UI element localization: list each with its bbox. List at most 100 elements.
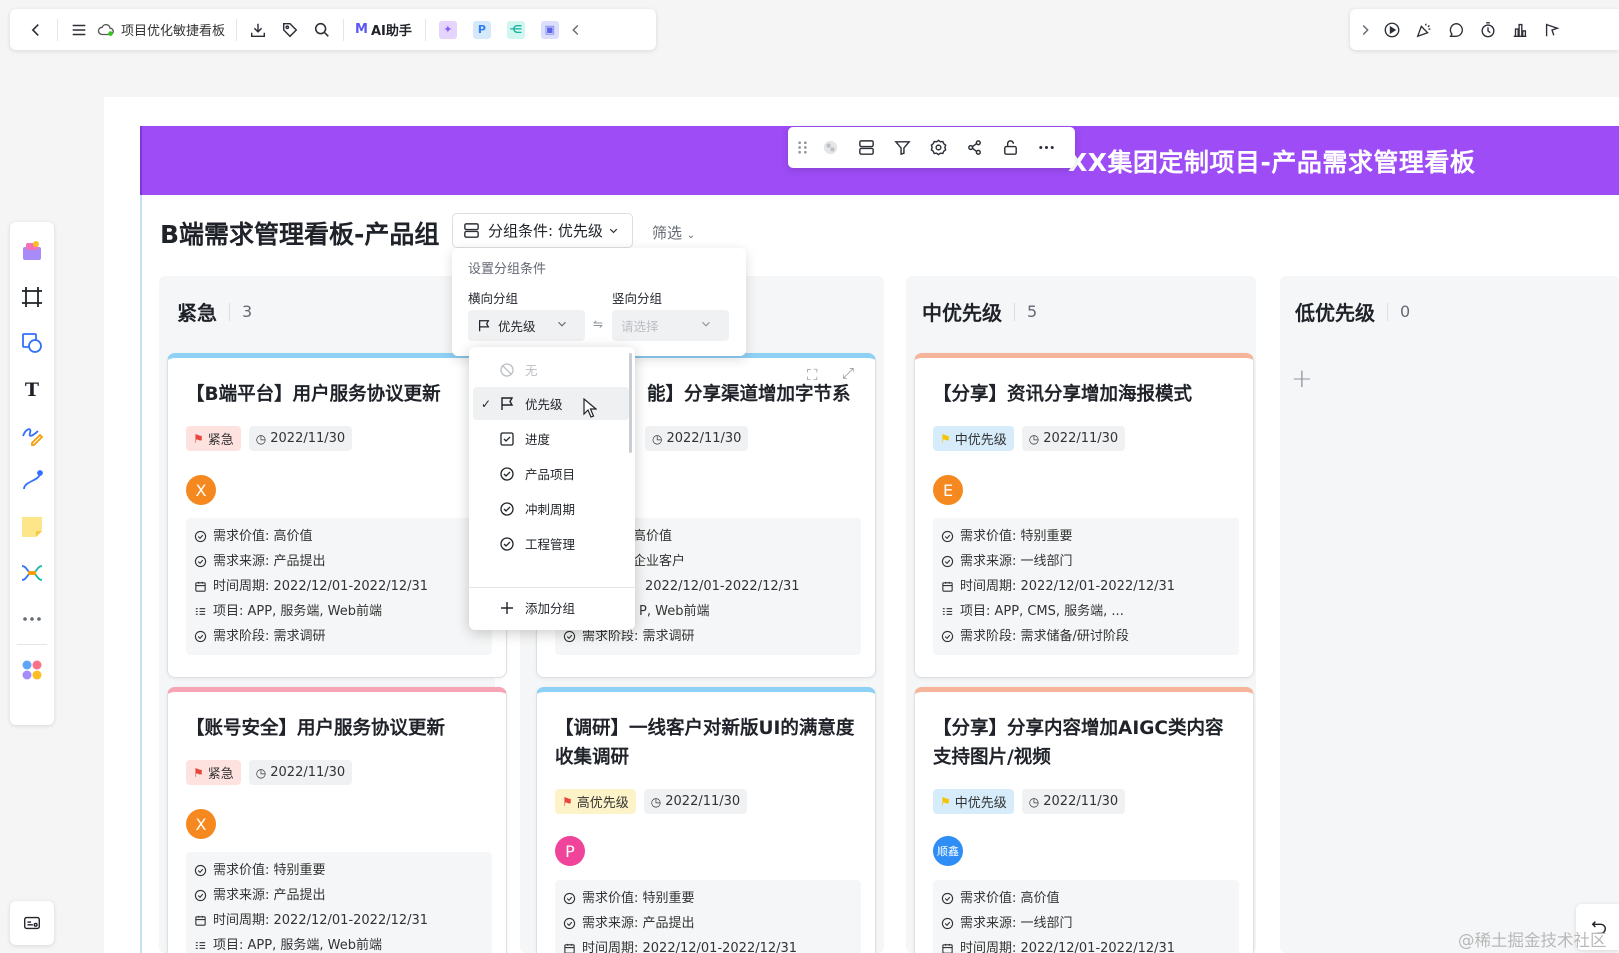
property-value: P, Web前端 (639, 604, 710, 619)
clock-icon: ◷ (1028, 794, 1040, 809)
p-plugin-icon[interactable]: P (472, 20, 491, 39)
filter-button[interactable]: 筛选 ⌄ (652, 222, 695, 243)
search-icon[interactable] (306, 14, 338, 46)
ai-assistant-button[interactable]: M AI助手 (355, 20, 412, 39)
drag-handle-icon[interactable] (792, 132, 812, 164)
menu-item-label: 优先级 (525, 397, 563, 412)
horizontal-group-select[interactable]: 优先级 (468, 310, 585, 341)
priority-label: 紧急 (207, 767, 234, 782)
vote-icon[interactable] (1504, 14, 1536, 46)
date-tag: ◷ 2022/11/30 (1021, 789, 1126, 814)
menu-item-engineering[interactable]: 工程管理 (473, 527, 629, 560)
expand-icon[interactable] (1354, 14, 1376, 46)
card[interactable]: 【调研】一线客户对新版UI的满意度收集调研 ⚑ 高优先级 ◷ 2022/11/30 … (536, 687, 876, 953)
property-value: 项目: APP, 服务端, Web前端 (213, 604, 382, 619)
flag-icon: ⚑ (940, 794, 951, 809)
filter-label: 筛选 (652, 224, 683, 242)
date-tag: ◷ 2022/11/30 (248, 760, 353, 785)
property-row: 需求来源: 一线部门 (941, 911, 1231, 936)
calendar-icon (564, 943, 575, 953)
property-value: 需求价值: 高价值 (960, 891, 1060, 906)
property-row: 时间周期: 2022/12/01-2022/12/31 (194, 574, 484, 599)
transparency-icon[interactable] (812, 132, 848, 164)
property-row: 需求价值: 特别重要 (194, 858, 484, 883)
follow-icon[interactable] (1536, 14, 1568, 46)
add-card-icon[interactable]: + (1291, 364, 1313, 394)
divider (57, 18, 58, 41)
apps-icon[interactable] (14, 652, 50, 688)
avatar[interactable]: E (933, 475, 963, 505)
image-plugin-icon[interactable]: ✦ (438, 20, 457, 39)
card-title: 【调研】一线客户对新版UI的满意度收集调研 (555, 718, 855, 768)
swap-icon[interactable]: ⇋ (593, 317, 603, 331)
floating-toolbar (788, 127, 1075, 168)
card[interactable]: 【分享】资讯分享增加海报模式 ⚑ 中优先级 ◷ 2022/11/30 E 需求价值:… (914, 353, 1254, 678)
menu-item-label: 进度 (525, 432, 551, 447)
minimap-button[interactable] (10, 901, 54, 945)
share-icon[interactable] (956, 132, 992, 164)
add-group-button[interactable]: 添加分组 (473, 591, 629, 624)
menu-item-none[interactable]: 无 (473, 353, 629, 386)
more-options-icon[interactable] (1028, 132, 1064, 164)
menu-icon[interactable] (63, 14, 95, 46)
check-circle-icon (941, 530, 954, 543)
column-header: 紧急 3 (177, 297, 252, 326)
play-icon[interactable] (1376, 14, 1408, 46)
chevron-down-icon (702, 321, 710, 327)
cursor-icon (583, 398, 597, 418)
divider (343, 18, 345, 41)
document-title[interactable]: 项目优化敏捷看板 (121, 20, 225, 39)
pen-icon[interactable] (14, 417, 50, 453)
tag-icon[interactable] (274, 14, 306, 46)
focus-icon[interactable]: ⛶ (807, 366, 818, 384)
celebrate-icon[interactable] (1408, 14, 1440, 46)
card[interactable]: 【分享】分享内容增加AIGC类内容支持图片/视频 ⚑ 中优先级 ◷ 2022/11/… (914, 687, 1254, 953)
collapse-icon[interactable] (567, 14, 585, 46)
unlock-icon[interactable] (992, 132, 1028, 164)
horizontal-group-label: 横向分组 (468, 291, 519, 306)
menu-scrollbar[interactable] (629, 353, 632, 453)
template-icon[interactable] (14, 233, 50, 269)
avatar[interactable]: X (186, 809, 216, 839)
avatar[interactable]: X (186, 475, 216, 505)
settings-icon[interactable] (920, 132, 956, 164)
avatar[interactable]: P (555, 836, 585, 866)
group-settings-icon[interactable] (848, 132, 884, 164)
timer-icon[interactable] (1472, 14, 1504, 46)
expand-card-icon[interactable]: ⤢ (842, 364, 854, 382)
text-icon[interactable]: T (14, 371, 50, 407)
filter-icon[interactable] (884, 132, 920, 164)
menu-item-priority[interactable]: ✓ 优先级 (473, 387, 629, 420)
group-icon (464, 223, 479, 238)
chevron-down-icon: ⌄ (686, 230, 696, 241)
property-value: 高价值 (633, 529, 673, 544)
menu-item-product-project[interactable]: 产品项目 (473, 457, 629, 490)
property-value: 2022/12/01-2022/12/31 (645, 579, 800, 594)
vertical-group-select[interactable]: 请选择 (612, 310, 729, 341)
sticky-note-icon[interactable] (14, 509, 50, 545)
mindmap-icon[interactable] (14, 555, 50, 591)
property-value: 需求价值: 高价值 (213, 529, 313, 544)
menu-item-sprint-cycle[interactable]: 冲刺周期 (473, 492, 629, 525)
chat-plugin-icon[interactable]: ▣ (540, 20, 559, 39)
card-title: 【B端平台】用户服务协议更新 (186, 384, 441, 405)
add-group-label: 添加分组 (525, 601, 576, 616)
date-tag: ◷ 2022/11/30 (645, 426, 749, 451)
comment-icon[interactable] (1440, 14, 1472, 46)
back-icon[interactable] (20, 14, 52, 46)
download-icon[interactable] (242, 14, 274, 46)
frame-icon[interactable] (14, 279, 50, 315)
card[interactable]: 【账号安全】用户服务协议更新 ⚑ 紧急 ◷ 2022/11/30 X 需求价值: 特… (167, 687, 507, 953)
property-row: 需求来源: 产品提出 (194, 549, 484, 574)
card-properties: 需求价值: 特别重要 需求来源: 产品提出 时间周期: 2022/12/01-2… (186, 852, 492, 953)
check-circle-icon (500, 501, 514, 516)
card[interactable]: 【B端平台】用户服务协议更新 ⚑ 紧急 ◷ 2022/11/30 X 需求价值: 高… (167, 353, 507, 678)
mindmap-plugin-icon[interactable]: ⋲ (506, 20, 525, 39)
more-icon[interactable] (14, 601, 50, 637)
shape-icon[interactable] (14, 325, 50, 361)
menu-item-progress[interactable]: 进度 (473, 422, 629, 455)
card-properties: 需求价值: 特别重要 需求来源: 一线部门 时间周期: 2022/12/01-2… (933, 518, 1239, 655)
avatar[interactable]: 顺鑫 (933, 836, 963, 866)
connector-icon[interactable] (14, 463, 50, 499)
group-condition-button[interactable]: 分组条件: 优先级 (452, 213, 633, 248)
